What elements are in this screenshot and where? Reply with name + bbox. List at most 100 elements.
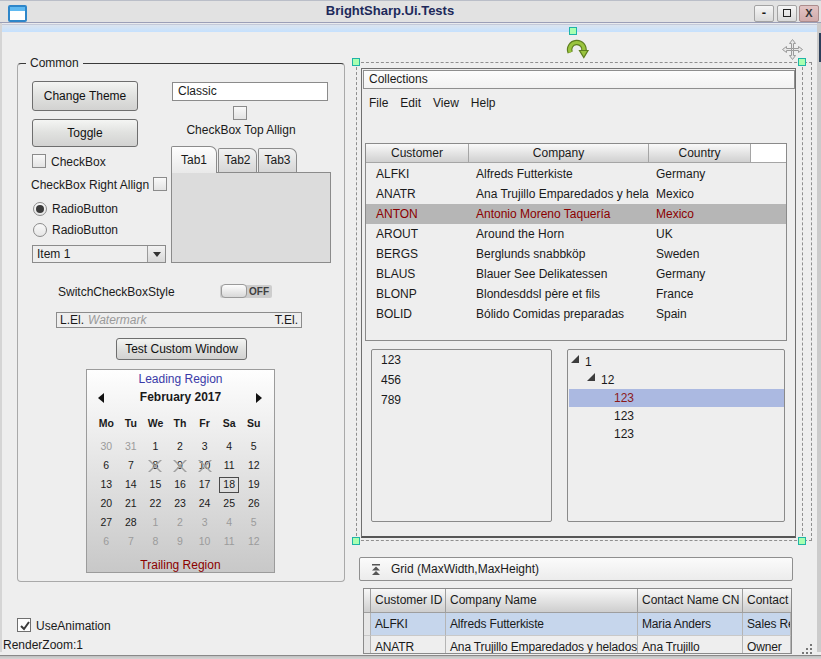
calendar-day[interactable]: 3 — [192, 513, 217, 532]
calendar-day[interactable]: 2 — [168, 513, 193, 532]
checkbox-right-align[interactable] — [153, 177, 167, 191]
list-item[interactable]: 789 — [372, 391, 551, 410]
grid-row[interactable]: ANATR Ana Trujillo Emparedados y hela Me… — [366, 184, 786, 204]
calendar-next-button[interactable] — [256, 393, 262, 403]
resize-handle[interactable] — [352, 58, 360, 66]
checkbox[interactable] — [32, 154, 46, 168]
column-header-country[interactable]: Country — [649, 144, 751, 163]
resize-handle[interactable] — [352, 537, 360, 545]
tree-leaf[interactable]: 123 — [614, 425, 634, 443]
tab-tab1[interactable]: Tab1 — [171, 146, 217, 173]
minimize-button[interactable]: - — [754, 5, 774, 22]
calendar-day[interactable]: 14 — [119, 475, 144, 494]
calendar-day[interactable]: 20 — [94, 494, 119, 513]
tree-leaf-selected[interactable]: 123 — [569, 389, 784, 407]
list-item[interactable]: 123 — [372, 351, 551, 370]
calendar-day[interactable]: 12 — [241, 532, 266, 551]
menu-edit[interactable]: Edit — [400, 96, 421, 110]
calendar-day[interactable]: 19 — [241, 475, 266, 494]
tree-expanded-icon[interactable] — [587, 373, 595, 381]
resize-handle[interactable] — [798, 537, 806, 545]
calendar-day[interactable]: 28 — [119, 513, 144, 532]
calendar-day[interactable]: 12 — [241, 456, 266, 475]
column-header-customer-id[interactable]: Customer ID — [371, 589, 446, 613]
tree-expanded-icon[interactable] — [571, 355, 579, 363]
tree-node-child[interactable]: 12 — [601, 371, 614, 389]
calendar-day[interactable]: 15 — [143, 475, 168, 494]
close-button[interactable]: X — [799, 5, 819, 22]
calendar-day[interactable]: 22 — [143, 494, 168, 513]
calendar-day[interactable]: 13 — [94, 475, 119, 494]
calendar-day[interactable]: 8 — [143, 532, 168, 551]
grid-row[interactable]: BERGS Berglunds snabbköp Sweden — [366, 244, 786, 264]
calendar-day[interactable]: 24 — [192, 494, 217, 513]
calendar-prev-button[interactable] — [98, 393, 104, 403]
calendar-day[interactable]: 17 — [192, 475, 217, 494]
menu-file[interactable]: File — [369, 96, 388, 110]
calendar-day[interactable]: 5 — [241, 437, 266, 456]
column-header-company[interactable]: Company — [469, 144, 649, 163]
calendar-month-label[interactable]: February 2017 — [86, 390, 275, 404]
list-item[interactable]: 456 — [372, 371, 551, 390]
calendar-day[interactable]: 7 — [119, 532, 144, 551]
grid-row[interactable]: AROUT Around the Horn UK — [366, 224, 786, 244]
grid-row[interactable]: ALFKI Alfreds Futterkiste Germany — [366, 164, 786, 184]
tab-tab2[interactable]: Tab2 — [218, 148, 257, 173]
calendar-day[interactable]: 21 — [119, 494, 144, 513]
row-header[interactable] — [364, 613, 371, 636]
grid-expander[interactable]: Grid (MaxWidth,MaxHeight) — [359, 557, 793, 581]
calendar-day[interactable]: 9 — [168, 532, 193, 551]
toggle-button[interactable]: Toggle — [32, 119, 138, 147]
calendar-day[interactable]: 7 — [119, 456, 144, 475]
calendar-day[interactable]: 6 — [94, 532, 119, 551]
grid-row[interactable]: BOLID Bólido Comidas preparadas Spain — [366, 304, 786, 324]
item-combobox[interactable]: Item 1 — [32, 245, 166, 263]
row-header[interactable] — [364, 636, 371, 654]
calendar-day[interactable]: 4 — [217, 437, 242, 456]
watermark-textbox[interactable]: L.El. Watermark T.El. — [56, 312, 302, 328]
calendar-day[interactable]: 16 — [168, 475, 193, 494]
calendar-day[interactable]: 26 — [241, 494, 266, 513]
radio-button-2[interactable] — [33, 223, 47, 237]
tree-node-root[interactable]: 1 — [585, 353, 592, 371]
anchor-handle[interactable] — [569, 27, 577, 35]
calendar-day[interactable]: 2 — [168, 437, 193, 456]
column-header-contact-name[interactable]: Contact Name CN — [638, 589, 743, 613]
grid-row[interactable]: BLAUS Blauer See Delikatessen Germany — [366, 264, 786, 284]
maximize-button[interactable] — [777, 5, 797, 22]
grid-row-selected[interactable]: ALFKI Alfreds Futterkiste Maria Anders S… — [364, 613, 791, 636]
checkbox-top-align[interactable] — [233, 106, 247, 120]
grid-row[interactable]: BLONP Blondesddsl père et fils France — [366, 284, 786, 304]
calendar-day[interactable]: 27 — [94, 513, 119, 532]
resize-grip[interactable] — [802, 644, 804, 646]
combobox-dropdown-button[interactable] — [147, 246, 165, 262]
tab-tab3[interactable]: Tab3 — [258, 148, 297, 173]
calendar-day[interactable]: 31 — [119, 437, 144, 456]
calendar-day-today[interactable]: 18 — [217, 475, 242, 494]
rotate-icon[interactable] — [565, 37, 591, 60]
calendar-day[interactable]: 4 — [217, 513, 242, 532]
tree-leaf[interactable]: 123 — [614, 407, 634, 425]
calendar-day[interactable]: 25 — [217, 494, 242, 513]
calendar-day[interactable]: 11 — [217, 532, 242, 551]
calendar-day[interactable]: 1 — [143, 437, 168, 456]
calendar-day[interactable]: 10 — [192, 532, 217, 551]
use-animation-checkbox[interactable] — [17, 618, 31, 632]
calendar-day[interactable]: 30 — [94, 437, 119, 456]
test-custom-window-button[interactable]: Test Custom Window — [116, 338, 247, 360]
column-header-contact-title[interactable]: Contact — [743, 589, 791, 613]
menu-view[interactable]: View — [433, 96, 459, 110]
calendar-day[interactable]: 1 — [143, 513, 168, 532]
grid-row[interactable]: ANATR Ana Trujillo Emparedados y helados… — [364, 636, 791, 654]
collapse-icon[interactable] — [370, 564, 382, 576]
calendar-day[interactable]: 11 — [217, 456, 242, 475]
switch-knob[interactable] — [221, 284, 247, 298]
calendar-day[interactable]: 5 — [241, 513, 266, 532]
column-header-company-name[interactable]: Company Name — [446, 589, 638, 613]
column-header-customer[interactable]: Customer — [366, 144, 469, 163]
menu-help[interactable]: Help — [471, 96, 496, 110]
collections-title[interactable]: Collections — [363, 70, 795, 89]
grid-row-selected[interactable]: ANTON Antonio Moreno Taquería Mexico — [366, 204, 786, 224]
calendar-day[interactable]: 6 — [94, 456, 119, 475]
calendar-day[interactable]: 23 — [168, 494, 193, 513]
